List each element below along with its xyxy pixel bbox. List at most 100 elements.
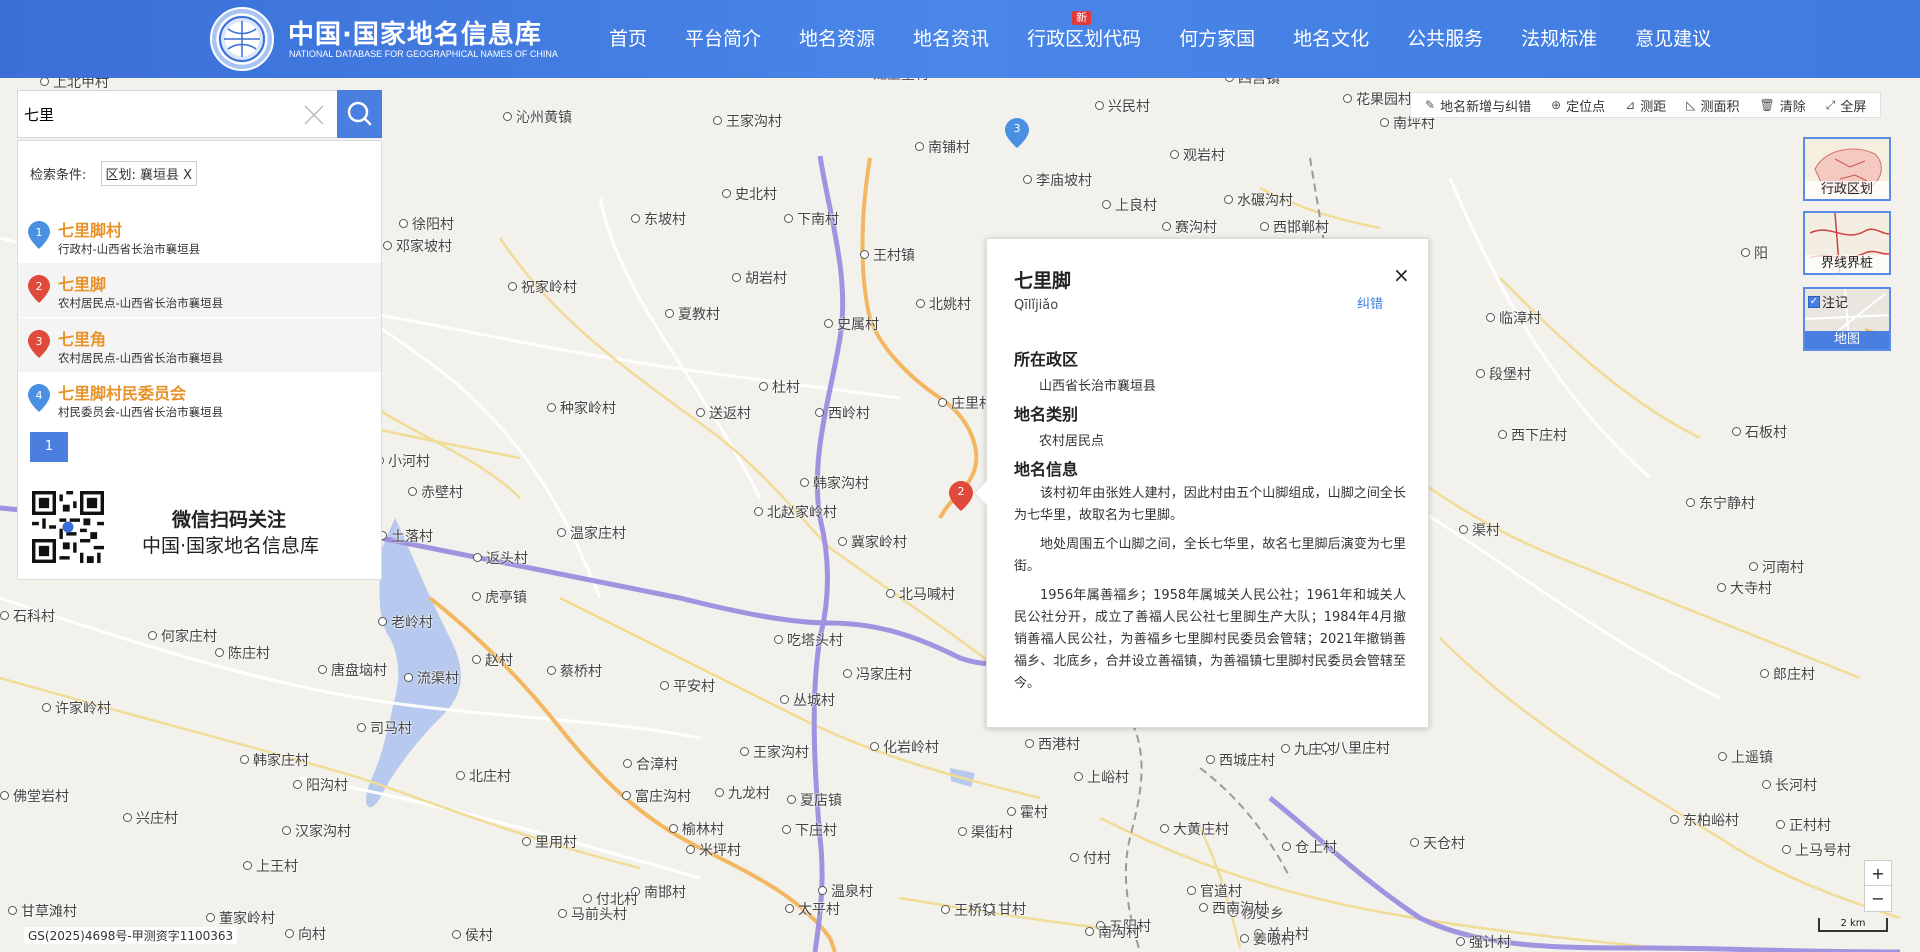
map-place-label[interactable]: 九龙村 (715, 783, 770, 803)
map-place-label[interactable]: 王家沟村 (713, 111, 782, 131)
result-item-4[interactable]: 4 七里脚村民委员会 村民委员会-山西省长治市襄垣县 (18, 372, 381, 426)
map-place-label[interactable]: 南铺村 (915, 137, 970, 157)
map-place-label[interactable]: 仓上村 (1282, 837, 1337, 857)
map-place-label[interactable]: 杜村 (759, 377, 800, 397)
tool-measure-area[interactable]: ◺ 测面积 (1676, 96, 1749, 115)
map-marker-2[interactable]: 2 (949, 481, 973, 511)
map-place-label[interactable]: 唐盘垴村 (318, 660, 387, 680)
zoom-out-button[interactable]: − (1865, 886, 1891, 911)
map-place-label[interactable]: 吃塔头村 (774, 630, 843, 650)
map-place-label[interactable]: 庄里村 (938, 393, 993, 413)
map-place-label[interactable]: 郎庄村 (1760, 664, 1815, 684)
map-place-label[interactable]: 韩家沟村 (800, 473, 869, 493)
map-place-label[interactable]: 上马号村 (1782, 840, 1851, 860)
map-place-label[interactable]: 临漳村 (1486, 308, 1541, 328)
map-place-label[interactable]: 平安村 (660, 676, 715, 696)
map-place-label[interactable]: 小河村 (375, 451, 430, 471)
nav-feedback[interactable]: 意见建议 (1616, 0, 1730, 78)
map-place-label[interactable]: 兴民村 (1095, 96, 1150, 116)
nav-resources[interactable]: 地名资源 (780, 0, 894, 78)
map-place-label[interactable]: 榆林村 (669, 819, 724, 839)
map-place-label[interactable]: 西城庄村 (1206, 750, 1275, 770)
map-place-label[interactable]: 里用村 (522, 832, 577, 852)
clear-icon[interactable] (302, 103, 326, 127)
map-place-label[interactable]: 东柏峪村 (1670, 810, 1739, 830)
map-place-label[interactable]: 许家岭村 (42, 698, 111, 718)
result-item-1[interactable]: 1 七里脚村 行政村-山西省长治市襄垣县 (18, 209, 381, 263)
map-place-label[interactable]: 河南村 (1749, 557, 1804, 577)
correct-link[interactable]: 纠错 (1357, 293, 1383, 312)
map-place-label[interactable]: 何家庄村 (148, 626, 217, 646)
map-place-label[interactable]: 向村 (285, 924, 326, 944)
map-place-label[interactable]: 邓家坡村 (383, 236, 452, 256)
layer-admin[interactable]: 行政区划 (1803, 137, 1891, 201)
search-input[interactable] (24, 101, 294, 127)
nav-hometown[interactable]: 何方家国 (1160, 0, 1274, 78)
map-place-label[interactable]: 霍村 (1007, 802, 1048, 822)
map-place-label[interactable]: 汉家沟村 (282, 821, 351, 841)
annotation-toggle[interactable]: ✓ 注记 (1808, 292, 1848, 311)
map-place-label[interactable]: 丛城村 (780, 690, 835, 710)
map-place-label[interactable]: 侯村 (452, 925, 493, 945)
map-place-label[interactable]: 甘草滩村 (8, 901, 77, 921)
map-place-label[interactable]: 蔡桥村 (547, 661, 602, 681)
site-logo[interactable] (210, 7, 274, 71)
map-place-label[interactable]: 水碾沟村 (1224, 190, 1293, 210)
map-place-label[interactable]: 史属村 (824, 314, 879, 334)
map-place-label[interactable]: 赤壁村 (408, 482, 463, 502)
map-place-label[interactable]: 南邯村 (631, 882, 686, 902)
map-place-label[interactable]: 陈庄村 (215, 643, 270, 663)
map-place-label[interactable]: 北赵家岭村 (754, 502, 837, 522)
map-place-label[interactable]: 东宁静村 (1686, 493, 1755, 513)
map-place-label[interactable]: 西下庄村 (1498, 425, 1567, 445)
map-place-label[interactable]: 八里庄村 (1321, 738, 1390, 758)
map-place-label[interactable]: 西邯郸村 (1260, 217, 1329, 237)
nav-admin-code[interactable]: 行政区划代码新 (1008, 0, 1160, 78)
map-place-label[interactable]: 阳 (1741, 243, 1768, 263)
map-place-label[interactable]: 阳沟村 (293, 775, 348, 795)
condition-tag[interactable]: 区划: 襄垣县 X (100, 161, 198, 186)
nav-home[interactable]: 首页 (590, 0, 666, 78)
map-place-label[interactable]: 甘村 (985, 899, 1026, 919)
map-place-label[interactable]: 合漳村 (623, 754, 678, 774)
map-place-label[interactable]: 王家沟村 (740, 742, 809, 762)
map-place-label[interactable]: 祝家岭村 (508, 277, 577, 297)
map-place-label[interactable]: 北庄村 (456, 766, 511, 786)
map-place-label[interactable]: 上王村 (243, 856, 298, 876)
nav-platform-intro[interactable]: 平台简介 (666, 0, 780, 78)
tool-measure-distance[interactable]: ⊿ 测距 (1615, 96, 1676, 115)
map-place-label[interactable]: 北马喊村 (886, 584, 955, 604)
map-place-label[interactable]: 姜嗷村 (1240, 929, 1295, 949)
map-place-label[interactable]: 赛沟村 (1162, 217, 1217, 237)
map-place-label[interactable]: 徐阳村 (399, 214, 454, 234)
nav-public-service[interactable]: 公共服务 (1388, 0, 1502, 78)
map-place-label[interactable]: 段堡村 (1476, 364, 1531, 384)
map-place-label[interactable]: 西岭村 (815, 403, 870, 423)
map-place-label[interactable]: 夏教村 (665, 304, 720, 324)
map-place-label[interactable]: 长河村 (1762, 775, 1817, 795)
map-place-label[interactable]: 温泉村 (818, 881, 873, 901)
map-place-label[interactable]: 沁州黄镇 (503, 107, 572, 127)
search-button[interactable] (337, 90, 382, 138)
map-place-label[interactable]: 天仓村 (1410, 833, 1465, 853)
map-place-label[interactable]: 石板村 (1732, 422, 1787, 442)
layer-map[interactable]: ✓ 注记 地图 (1803, 287, 1891, 351)
map-place-label[interactable]: 大寺村 (1717, 578, 1772, 598)
tool-fullscreen[interactable]: ⤢ 全屏 (1816, 96, 1877, 115)
map-place-label[interactable]: 冀家岭村 (838, 532, 907, 552)
nav-news[interactable]: 地名资讯 (894, 0, 1008, 78)
map-place-label[interactable]: 石科村 (0, 606, 55, 626)
map-place-label[interactable]: 送返村 (696, 403, 751, 423)
map-place-label[interactable]: 渠村 (1459, 520, 1500, 540)
map-place-label[interactable]: 北姚村 (916, 294, 971, 314)
nav-culture[interactable]: 地名文化 (1274, 0, 1388, 78)
map-place-label[interactable]: 观岩村 (1170, 145, 1225, 165)
map-place-label[interactable]: 佛堂岩村 (0, 786, 69, 806)
map-place-label[interactable]: 渠街村 (958, 822, 1013, 842)
map-place-label[interactable]: 强计村 (1456, 932, 1511, 952)
map-place-label[interactable]: 东坡村 (631, 209, 686, 229)
map-place-label[interactable]: 司马村 (357, 718, 412, 738)
map-place-label[interactable]: 老岭村 (378, 612, 433, 632)
page-button-1[interactable]: 1 (30, 432, 68, 462)
map-place-label[interactable]: 种家岭村 (547, 398, 616, 418)
